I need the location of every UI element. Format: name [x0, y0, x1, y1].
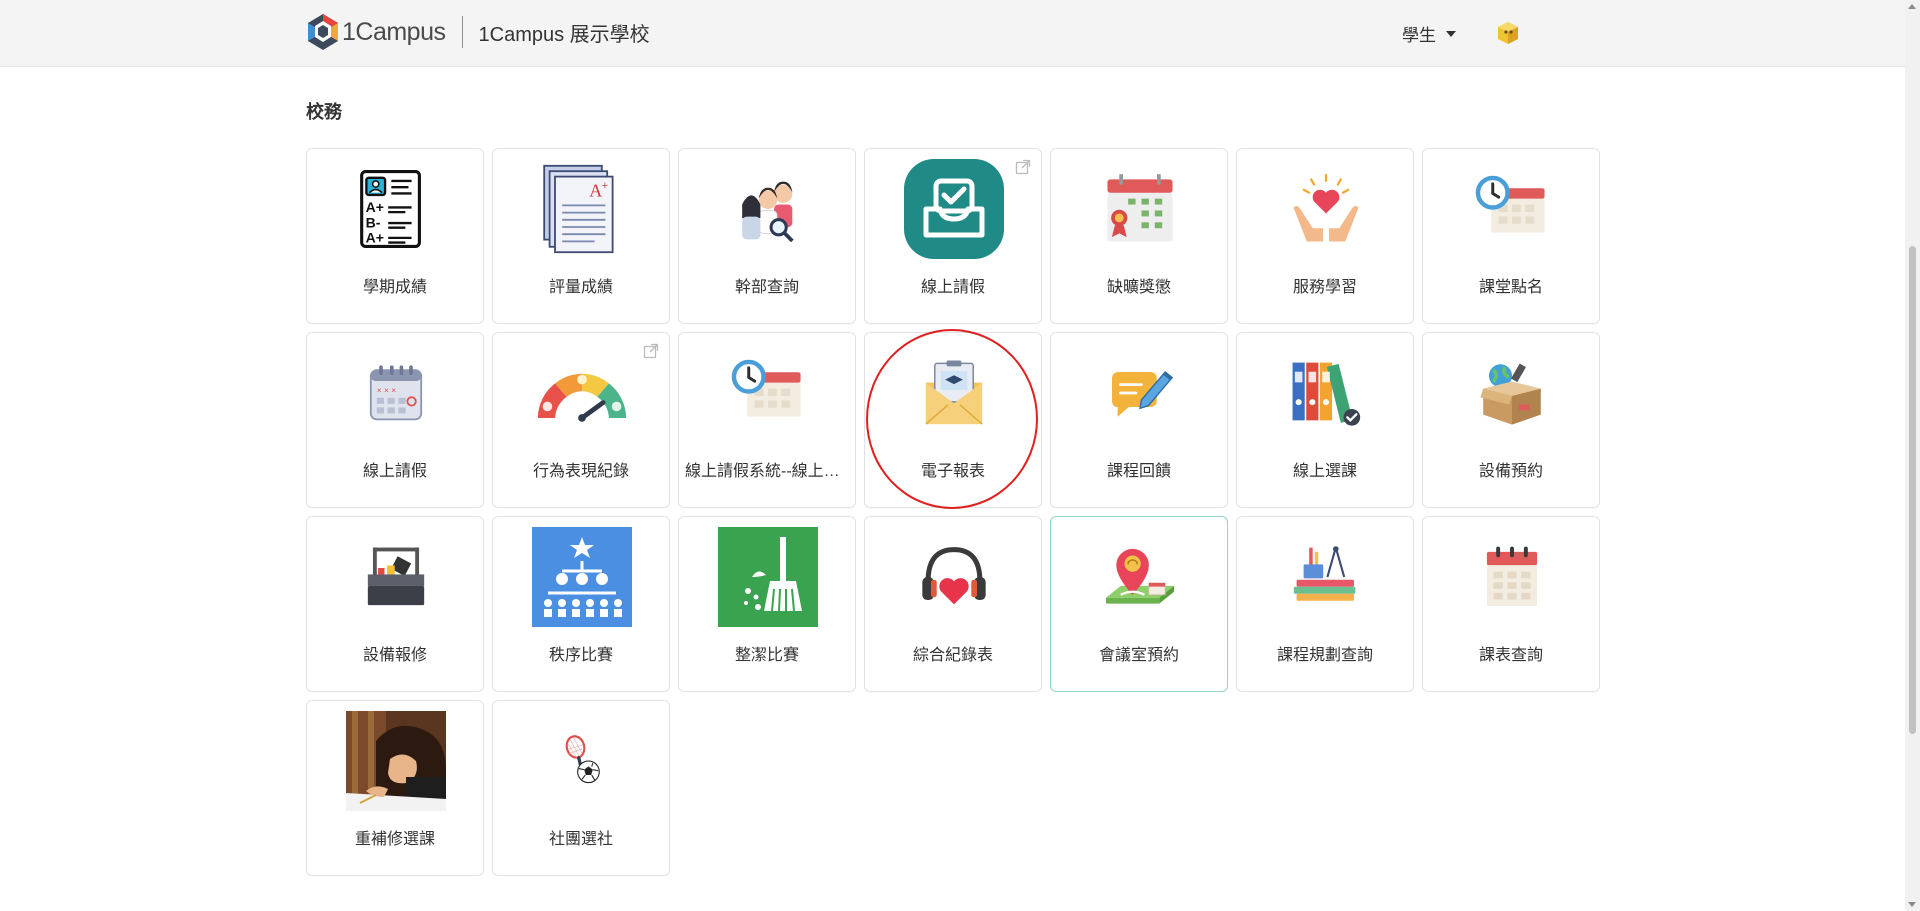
map-pin-icon	[1090, 527, 1190, 627]
svg-text:A+: A+	[366, 230, 384, 246]
app-label: 綜合紀錄表	[912, 647, 993, 664]
section-title: 校務	[306, 102, 342, 122]
app-tile-online-course-selection[interactable]: 線上選課	[1236, 332, 1414, 508]
user-avatar-icon[interactable]	[1495, 20, 1521, 46]
toolbox-icon	[346, 527, 446, 627]
app-label: 整潔比賽	[734, 647, 799, 664]
app-tile-course-planning-query[interactable]: 課程規劃查詢	[1236, 516, 1414, 692]
app-label: 缺曠獎懲	[1106, 279, 1171, 296]
report-card-icon: A+ B- A+	[346, 159, 446, 259]
role-label: 學生	[1402, 26, 1436, 45]
calendar-award-icon	[1090, 159, 1190, 259]
marked-calendar-icon: × × ×	[346, 343, 446, 443]
vertical-scrollbar[interactable]	[1905, 0, 1920, 911]
external-link-icon	[643, 343, 659, 359]
app-tile-class-roll-call[interactable]: 課堂點名	[1422, 148, 1600, 324]
app-label: 服務學習	[1292, 279, 1357, 296]
svg-text:+: +	[602, 180, 608, 192]
app-tile-meeting-room-reservation[interactable]: 會議室預約	[1050, 516, 1228, 692]
app-label: 評量成績	[548, 279, 613, 296]
app-label: 課程回饋	[1106, 463, 1171, 480]
app-tile-assessment-grades[interactable]: A + 評量成績	[492, 148, 670, 324]
app-tile-cadre-query[interactable]: 幹部查詢	[678, 148, 856, 324]
app-label: 線上選課	[1292, 463, 1357, 480]
school-name: 1Campus 展示學校	[478, 23, 650, 46]
app-label: 設備預約	[1478, 463, 1543, 480]
app-tile-equipment-repair[interactable]: 設備報修	[306, 516, 484, 692]
app-tile-e-report[interactable]: 電子報表	[864, 332, 1042, 508]
chevron-down-icon	[1446, 30, 1456, 37]
app-label: 線上請假系統--線上請假	[685, 463, 849, 480]
app-label: 線上請假	[362, 463, 427, 480]
top-navbar: 1Campus 1Campus 展示學校 學生	[0, 0, 1905, 67]
app-grid: A+ B- A+ 學期成績 A + 評量成績 幹部查詢 線上請假 缺曠獎懲 服務…	[306, 148, 1600, 876]
app-label: 課堂點名	[1478, 279, 1543, 296]
app-label: 學期成績	[362, 279, 427, 296]
calendar-icon	[1462, 527, 1562, 627]
student-writing-photo	[346, 711, 446, 811]
app-label: 秩序比賽	[548, 647, 613, 664]
hands-heart-icon	[1276, 159, 1376, 259]
app-label: 幹部查詢	[734, 279, 799, 296]
logo-text: 1Campus	[342, 17, 446, 46]
app-tile-online-leave[interactable]: 線上請假	[864, 148, 1042, 324]
app-tile-comprehensive-record[interactable]: 綜合紀錄表	[864, 516, 1042, 692]
app-tile-equipment-reservation[interactable]: 設備預約	[1422, 332, 1600, 508]
books-tools-icon	[1276, 527, 1376, 627]
clock-calendar-icon	[718, 343, 818, 443]
racket-ball-icon	[532, 711, 632, 811]
app-tile-online-leave-system[interactable]: 線上請假系統--線上請假	[678, 332, 856, 508]
chat-pencil-icon	[1090, 343, 1190, 443]
app-label: 會議室預約	[1098, 647, 1179, 664]
app-tile-semester-grades[interactable]: A+ B- A+ 學期成績	[306, 148, 484, 324]
app-tile-remedial-course-selection[interactable]: 重補修選課	[306, 700, 484, 876]
broom-icon	[718, 527, 818, 627]
app-tile-attendance-discipline[interactable]: 缺曠獎懲	[1050, 148, 1228, 324]
scroll-up-icon[interactable]	[1908, 4, 1916, 9]
app-label: 行為表現紀錄	[532, 463, 629, 480]
hierarchy-icon	[532, 527, 632, 627]
brand[interactable]: 1Campus 1Campus 展示學校	[306, 12, 650, 52]
app-tile-service-learning[interactable]: 服務學習	[1236, 148, 1414, 324]
brand-divider	[461, 16, 463, 48]
app-label: 設備報修	[362, 647, 427, 664]
svg-text:A+: A+	[366, 199, 384, 215]
app-label: 社團選社	[548, 831, 613, 848]
equipment-box-icon	[1462, 343, 1562, 443]
app-tile-course-feedback[interactable]: 課程回饋	[1050, 332, 1228, 508]
clock-calendar-icon	[1462, 159, 1562, 259]
app-label: 電子報表	[920, 463, 985, 480]
app-label: 重補修選課	[354, 831, 435, 848]
1campus-logo-icon	[308, 14, 338, 50]
app-tile-cleanliness-competition[interactable]: 整潔比賽	[678, 516, 856, 692]
svg-text:× × ×: × × ×	[377, 385, 396, 395]
envelope-report-icon	[904, 343, 1004, 443]
app-label: 課表查詢	[1478, 647, 1543, 664]
app-tile-order-competition[interactable]: 秩序比賽	[492, 516, 670, 692]
external-link-icon	[1015, 159, 1031, 175]
app-label: 線上請假	[920, 279, 985, 296]
svg-text:A: A	[589, 180, 602, 200]
headphones-heart-icon	[904, 527, 1004, 627]
app-tile-behavior-record[interactable]: 行為表現紀錄	[492, 332, 670, 508]
app-label: 課程規劃查詢	[1276, 647, 1373, 664]
scroll-down-icon[interactable]	[1908, 902, 1916, 907]
graded-papers-icon: A +	[532, 159, 632, 259]
gauge-icon	[532, 343, 632, 443]
app-tile-online-leave-2[interactable]: × × × 線上請假	[306, 332, 484, 508]
app-tile-club-selection[interactable]: 社團選社	[492, 700, 670, 876]
role-dropdown[interactable]: 學生	[1402, 21, 1456, 46]
students-search-icon	[718, 159, 818, 259]
inbox-check-icon	[904, 159, 1004, 259]
app-tile-timetable-query[interactable]: 課表查詢	[1422, 516, 1600, 692]
binders-icon	[1276, 343, 1376, 443]
scrollbar-thumb[interactable]	[1909, 246, 1916, 734]
svg-text:B-: B-	[366, 215, 381, 231]
